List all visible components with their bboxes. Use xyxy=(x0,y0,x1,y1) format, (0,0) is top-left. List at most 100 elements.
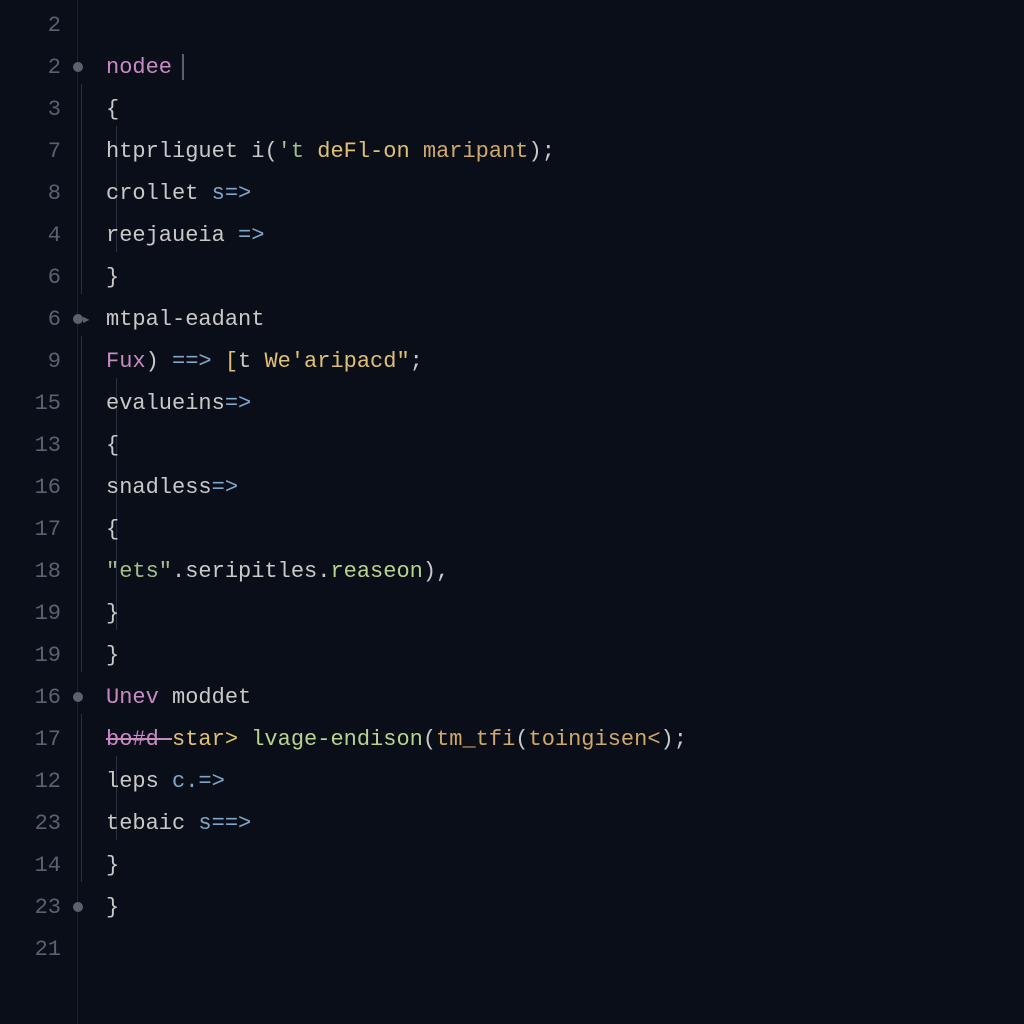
ident-token: snadless xyxy=(106,475,212,500)
code-line[interactable]: } xyxy=(106,256,1024,298)
line-number: 2 xyxy=(48,55,61,80)
code-line[interactable] xyxy=(106,4,1024,46)
ident-token: star> xyxy=(172,727,251,752)
brace-token: { xyxy=(106,97,119,122)
code-line[interactable]: nodee xyxy=(106,46,1024,88)
arrow-token: => xyxy=(225,223,265,248)
code-line[interactable]: leps c.=> xyxy=(106,760,1024,802)
gutter-row: 4 xyxy=(0,214,77,256)
line-number: 21 xyxy=(35,937,61,962)
punct-token: ); xyxy=(661,727,687,752)
code-line[interactable]: Fux) ==> [t We'aripacd"; xyxy=(106,340,1024,382)
line-number: 2 xyxy=(48,13,61,38)
brace-token: } xyxy=(106,643,119,668)
line-number: 7 xyxy=(48,139,61,164)
ident-token: tebaic xyxy=(106,811,185,836)
indent-guide xyxy=(81,336,82,672)
keyword-token: Fux xyxy=(106,349,146,374)
code-line[interactable]: } xyxy=(106,592,1024,634)
code-line[interactable]: evalueins=> xyxy=(106,382,1024,424)
brace-token: { xyxy=(106,433,119,458)
line-number: 9 xyxy=(48,349,61,374)
line-number: 17 xyxy=(35,727,61,752)
code-line[interactable]: { xyxy=(106,424,1024,466)
param-token: toingisen< xyxy=(529,727,661,752)
line-number: 19 xyxy=(35,601,61,626)
ident-token: crollet xyxy=(106,181,198,206)
ident-token: evalueins xyxy=(106,391,225,416)
code-line[interactable]: { xyxy=(106,88,1024,130)
gutter-row: 13 xyxy=(0,424,77,466)
code-line[interactable]: tebaic s==> xyxy=(106,802,1024,844)
code-line[interactable]: "ets".seripitles.reaseon), xyxy=(106,550,1024,592)
line-number: 15 xyxy=(35,391,61,416)
code-line[interactable]: snadless=> xyxy=(106,466,1024,508)
ident-token: leps xyxy=(106,769,159,794)
gutter: 2 2 3 7 8 4 6 6▸ 9 15 13 16 17 18 19 19 … xyxy=(0,0,78,1024)
line-number: 18 xyxy=(35,559,61,584)
call-token: lvage-endison xyxy=(251,727,423,752)
paren-token: ( xyxy=(264,139,277,164)
punct-token: ); xyxy=(529,139,555,164)
gutter-row: 23 xyxy=(0,802,77,844)
paren-token: ) xyxy=(146,349,159,374)
member-token: .seripitles. xyxy=(172,559,330,584)
line-number: 14 xyxy=(35,853,61,878)
gutter-row: 6▸ xyxy=(0,298,77,340)
ident-token: reejaueia xyxy=(106,223,225,248)
code-editor[interactable]: 2 2 3 7 8 4 6 6▸ 9 15 13 16 17 18 19 19 … xyxy=(0,0,1024,1024)
gutter-row: 16 xyxy=(0,676,77,718)
call-token: reaseon xyxy=(330,559,422,584)
keyword-token: Unev xyxy=(106,685,172,710)
text-token: t xyxy=(238,349,264,374)
string-token: 't xyxy=(278,139,318,164)
arrow-token: s=> xyxy=(198,181,251,206)
ident-token: deFl-on xyxy=(317,139,423,164)
gutter-row: 2 xyxy=(0,4,77,46)
keyword-token: nodee xyxy=(106,55,172,80)
code-line[interactable] xyxy=(106,928,1024,970)
indent-guide xyxy=(81,714,82,882)
code-line[interactable]: } xyxy=(106,844,1024,886)
brace-token: { xyxy=(106,517,119,542)
gutter-row: 15 xyxy=(0,382,77,424)
code-line[interactable]: Unev moddet xyxy=(106,676,1024,718)
arrow-token: => xyxy=(212,475,238,500)
code-line[interactable]: } xyxy=(106,886,1024,928)
code-line[interactable]: reejaueia => xyxy=(106,214,1024,256)
line-number: 12 xyxy=(35,769,61,794)
gutter-row: 7 xyxy=(0,130,77,172)
gutter-row: 9 xyxy=(0,340,77,382)
arrow-token: => xyxy=(225,391,251,416)
keyword-token: bo#d xyxy=(106,727,172,752)
gutter-row: 2 xyxy=(0,46,77,88)
line-number: 13 xyxy=(35,433,61,458)
bracket-token: [ xyxy=(225,349,238,374)
gutter-row: 19 xyxy=(0,592,77,634)
gutter-row: 21 xyxy=(0,928,77,970)
code-line[interactable]: { xyxy=(106,508,1024,550)
line-number: 23 xyxy=(35,895,61,920)
line-number: 16 xyxy=(35,685,61,710)
code-area[interactable]: nodee { htprliguet i('t deFl-on maripant… xyxy=(78,0,1024,1024)
line-number: 6 xyxy=(48,307,61,332)
line-number: 16 xyxy=(35,475,61,500)
code-line[interactable]: bo#d star> lvage-endison(tm_tfi(toingise… xyxy=(106,718,1024,760)
param-token: maripant xyxy=(423,139,529,164)
code-line[interactable]: } xyxy=(106,634,1024,676)
arrow-token: ==> xyxy=(159,349,225,374)
paren-token: ( xyxy=(515,727,528,752)
paren-token: ( xyxy=(423,727,436,752)
code-line[interactable]: crollet s=> xyxy=(106,172,1024,214)
ident-token: moddet xyxy=(172,685,251,710)
gutter-row: 18 xyxy=(0,550,77,592)
gutter-row: 17 xyxy=(0,508,77,550)
gutter-row: 14 xyxy=(0,844,77,886)
ident-token: htprliguet xyxy=(106,139,238,164)
code-line[interactable]: htprliguet i('t deFl-on maripant); xyxy=(106,130,1024,172)
code-line[interactable]: mtpal-eadant xyxy=(106,298,1024,340)
gutter-row: 12 xyxy=(0,760,77,802)
arrow-token: s==> xyxy=(185,811,251,836)
gutter-row: 19 xyxy=(0,634,77,676)
gutter-row: 8 xyxy=(0,172,77,214)
